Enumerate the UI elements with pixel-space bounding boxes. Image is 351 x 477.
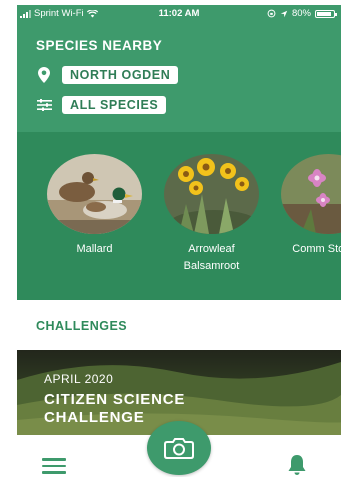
hamburger-menu-icon[interactable] — [42, 458, 66, 474]
challenge-date: APRIL 2020 — [44, 372, 114, 386]
storks-bill-photo — [281, 154, 341, 234]
location-pin-icon — [36, 66, 52, 84]
species-filter[interactable]: ALL SPECIES — [36, 96, 167, 114]
species-card-arrowleaf-balsamroot[interactable]: Arrowleaf Balsamroot — [164, 154, 259, 275]
species-card-storks-bill[interactable]: Comm Stork's- — [281, 154, 341, 258]
sliders-icon — [36, 96, 52, 114]
camera-icon — [164, 438, 194, 459]
species-filter-pill[interactable]: ALL SPECIES — [62, 96, 167, 114]
rotation-lock-icon — [267, 9, 276, 18]
location-filter[interactable]: NORTH OGDEN — [36, 66, 179, 84]
location-arrow-icon — [280, 10, 288, 17]
challenge-title: CITIZEN SCIENCE CHALLENGE — [44, 391, 186, 426]
species-name: Mallard — [76, 243, 113, 255]
battery-icon — [315, 9, 337, 18]
balsamroot-photo — [164, 154, 259, 234]
camera-button[interactable] — [147, 421, 211, 475]
status-bar: Sprint Wi-Fi 11:02 AM 80% — [17, 5, 341, 22]
species-carousel[interactable]: Mallard Arrowleaf Balsamroot Comm St — [17, 132, 341, 300]
species-card-mallard[interactable]: Mallard — [47, 154, 142, 258]
species-name: Arrowleaf Balsamroot — [183, 243, 240, 272]
mallard-photo — [47, 154, 142, 234]
app-screen: Sprint Wi-Fi 11:02 AM 80% SPECIES NEARBY — [0, 0, 351, 477]
species-nearby-header: SPECIES NEARBY NORTH OGDEN ALL SPECIES — [17, 22, 341, 132]
status-right: 80% — [267, 8, 337, 19]
bell-icon[interactable] — [285, 453, 309, 477]
location-pill[interactable]: NORTH OGDEN — [62, 66, 179, 84]
battery-percent: 80% — [291, 8, 311, 19]
challenges-heading: CHALLENGES — [36, 319, 128, 333]
species-name: Comm Stork's- — [292, 243, 341, 255]
header-title: SPECIES NEARBY — [36, 38, 163, 53]
